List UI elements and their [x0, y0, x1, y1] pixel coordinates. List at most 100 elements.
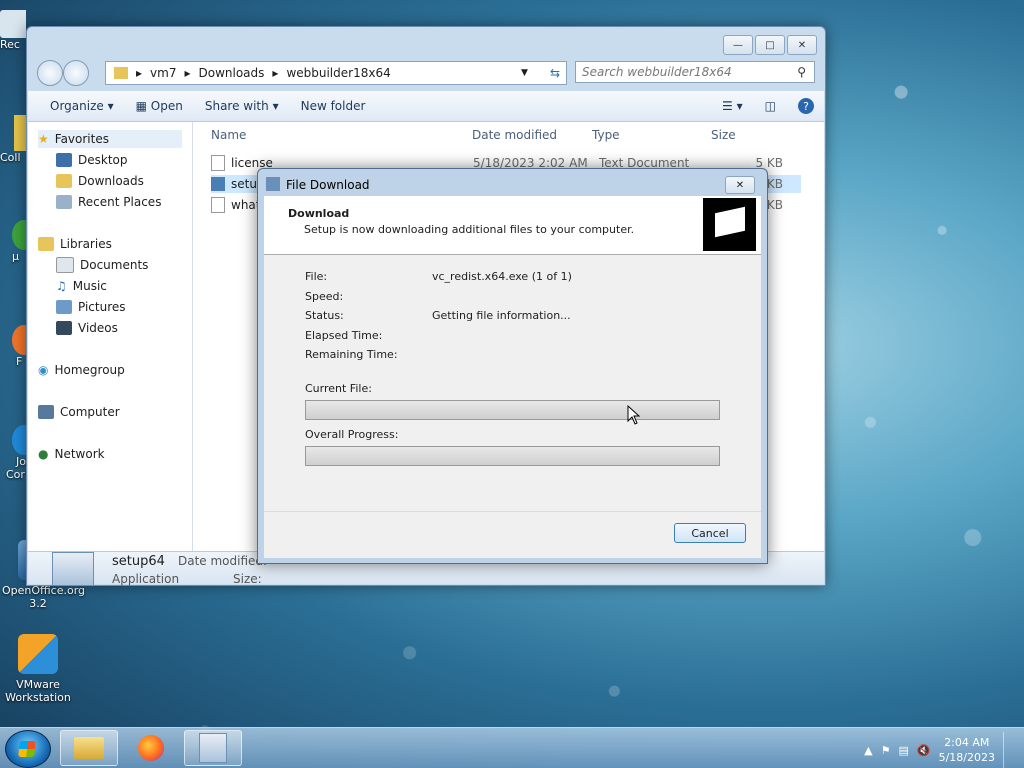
clock[interactable]: 2:04 AM 5/18/2023: [939, 735, 995, 765]
dialog-header: Download Setup is now downloading additi…: [264, 196, 761, 255]
taskbar-webbuilder-setup[interactable]: [184, 730, 242, 766]
breadcrumb-sep-icon: ▸: [272, 66, 279, 80]
webbuilder-icon: [199, 733, 227, 763]
breadcrumb-sep-icon: ▸: [136, 66, 143, 80]
elapsed-label: Elapsed Time:: [305, 329, 383, 342]
homegroup-icon: ◉: [38, 363, 49, 377]
dialog-body: File: vc_redist.x64.exe (1 of 1) Speed: …: [264, 255, 761, 519]
command-bar: Organize ▾ ▦ Open Share with ▾ New folde…: [28, 91, 824, 122]
status-label: Status:: [305, 309, 344, 322]
status-value: Getting file information...: [432, 309, 571, 322]
folder-icon: [114, 67, 128, 79]
music-icon: ♫: [56, 279, 67, 293]
breadcrumb-webbuilder[interactable]: webbuilder18x64: [286, 66, 390, 80]
breadcrumb-vm7[interactable]: vm7: [150, 66, 176, 80]
desktop-edge-icon[interactable]: Coll: [0, 115, 26, 175]
dialog-title: File Download: [286, 178, 370, 192]
videos-icon: [56, 321, 72, 335]
sidebar-item-favorites[interactable]: ★ Favorites: [38, 130, 182, 148]
sidebar-item-music[interactable]: ♫ Music: [56, 277, 107, 295]
sidebar-item-network[interactable]: ● Network: [38, 445, 105, 463]
vmware-desktop-icon[interactable]: VMware Workstation: [2, 634, 74, 704]
search-icon[interactable]: ⚲: [797, 65, 806, 79]
current-file-progress: [305, 400, 720, 420]
sidebar-item-libraries[interactable]: Libraries: [38, 235, 112, 253]
open-button[interactable]: ▦ Open: [136, 99, 183, 113]
sidebar-item-desktop[interactable]: Desktop: [56, 151, 128, 169]
column-size[interactable]: Size: [711, 128, 736, 142]
libraries-icon: [38, 237, 54, 251]
taskbar: ▲ ⚑ ▤ 🔇 2:04 AM 5/18/2023: [0, 727, 1024, 768]
cancel-button[interactable]: Cancel: [674, 523, 746, 543]
organize-button[interactable]: Organize ▾: [50, 99, 114, 113]
setup-app-icon: [211, 177, 225, 191]
views-icon[interactable]: ☰ ▾: [722, 99, 743, 113]
desktop-edge-icon-2[interactable]: Jo Cor: [0, 425, 26, 505]
search-input[interactable]: Search webbuilder18x64 ⚲: [575, 61, 815, 83]
text-file-icon: [211, 155, 225, 171]
column-date[interactable]: Date modified: [472, 128, 557, 142]
overall-progress: [305, 446, 720, 466]
sidebar-item-pictures[interactable]: Pictures: [56, 298, 126, 316]
folder-icon: [74, 737, 104, 759]
volume-muted-icon[interactable]: 🔇: [917, 744, 931, 757]
preview-pane-icon[interactable]: ◫: [765, 99, 776, 113]
file-download-dialog: File Download ✕ Download Setup is now do…: [257, 168, 768, 564]
help-icon[interactable]: ?: [798, 98, 814, 114]
sidebar-item-videos[interactable]: Videos: [56, 319, 118, 337]
column-type[interactable]: Type: [592, 128, 620, 142]
sidebar-item-downloads[interactable]: Downloads: [56, 172, 144, 190]
computer-icon: [38, 405, 54, 419]
documents-icon: [56, 257, 74, 273]
forward-button[interactable]: [63, 60, 89, 86]
remaining-label: Remaining Time:: [305, 348, 398, 361]
dialog-heading: Download: [288, 207, 350, 220]
downloads-folder-icon: [56, 174, 72, 188]
taskbar-firefox[interactable]: [122, 730, 180, 766]
network-tray-icon[interactable]: ▤: [898, 744, 908, 757]
window-controls: — □ ✕: [723, 35, 817, 55]
file-value: vc_redist.x64.exe (1 of 1): [432, 270, 572, 283]
current-file-label: Current File:: [305, 382, 372, 395]
overall-progress-label: Overall Progress:: [305, 428, 399, 441]
new-folder-button[interactable]: New folder: [301, 99, 366, 113]
sidebar-item-computer[interactable]: Computer: [38, 403, 120, 421]
dialog-subheading: Setup is now downloading additional file…: [304, 223, 635, 236]
breadcrumb-sep-icon: ▸: [184, 66, 191, 80]
address-dropdown-icon[interactable]: ▼: [521, 68, 528, 78]
system-tray: ▲ ⚑ ▤ 🔇 2:04 AM 5/18/2023: [864, 732, 1016, 768]
dialog-close-button[interactable]: ✕: [725, 176, 755, 194]
share-with-button[interactable]: Share with ▾: [205, 99, 279, 113]
start-button[interactable]: [5, 730, 51, 768]
file-label: File:: [305, 270, 328, 283]
mouse-cursor-icon: [627, 405, 641, 425]
details-date-label: Date modified:: [178, 554, 268, 568]
flag-icon[interactable]: ⚑: [881, 744, 891, 757]
back-button[interactable]: [37, 60, 63, 86]
navigation-pane: ★ Favorites Desktop Downloads Recent Pla…: [28, 122, 193, 552]
maximize-button[interactable]: □: [755, 35, 785, 55]
sidebar-item-documents[interactable]: Documents: [56, 256, 148, 274]
details-name: setup64: [112, 554, 165, 569]
firefox-desktop-icon[interactable]: F: [0, 325, 26, 385]
star-icon: ★: [38, 132, 49, 146]
text-file-icon: [211, 197, 225, 213]
recycle-bin-icon[interactable]: Rec: [0, 10, 26, 50]
speed-label: Speed:: [305, 290, 344, 303]
utorrent-icon[interactable]: μ: [0, 220, 26, 280]
sidebar-item-recent-places[interactable]: Recent Places: [56, 193, 161, 211]
recent-places-icon: [56, 195, 72, 209]
address-bar[interactable]: ▸ vm7 ▸ Downloads ▸ webbuilder18x64 ▼ ⇆: [105, 61, 567, 85]
windows-logo-icon: [18, 741, 36, 757]
breadcrumb-downloads[interactable]: Downloads: [199, 66, 265, 80]
show-desktop-button[interactable]: [1003, 732, 1016, 768]
taskbar-explorer[interactable]: [60, 730, 118, 766]
desktop-icon: [56, 153, 72, 167]
close-button[interactable]: ✕: [787, 35, 817, 55]
dialog-app-icon: [266, 177, 280, 191]
column-name[interactable]: Name: [211, 128, 246, 142]
refresh-icon[interactable]: ⇆: [550, 66, 560, 80]
minimize-button[interactable]: —: [723, 35, 753, 55]
sidebar-item-homegroup[interactable]: ◉ Homegroup: [38, 361, 125, 379]
show-hidden-icons-icon[interactable]: ▲: [864, 744, 872, 757]
